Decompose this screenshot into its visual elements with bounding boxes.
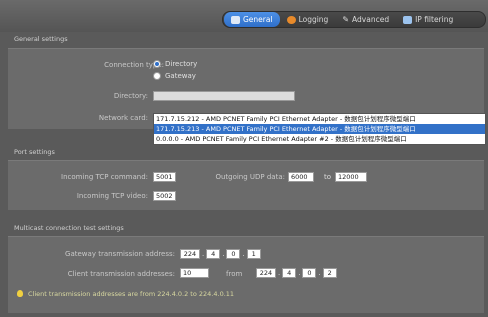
port-settings-title: Port settings <box>14 148 55 156</box>
directory-label: Directory: <box>113 92 148 100</box>
client-addresses-label: Client transmission addresses: <box>67 270 175 278</box>
tcp-video-field[interactable]: 5002 <box>153 191 176 201</box>
gateway-address-label: Gateway transmission address: <box>65 250 175 258</box>
client-address-note: Client transmission addresses are from 2… <box>28 290 235 298</box>
gateway-ip-octet-1[interactable]: 224 <box>180 249 200 259</box>
udp-to-label: to <box>324 173 332 181</box>
tab-general-label: General <box>243 15 273 24</box>
network-card-option-2[interactable]: 0.0.0.0 - AMD PCNET Family PCI Ethernet … <box>154 134 485 144</box>
radio-gateway-label: Gateway <box>165 72 196 80</box>
client-ip-octet-1[interactable]: 224 <box>256 268 276 278</box>
ip-separator: . <box>222 250 225 258</box>
logging-icon <box>286 15 296 24</box>
tab-advanced-label: Advanced <box>352 15 390 24</box>
client-ip-octet-3[interactable]: 0 <box>302 268 317 278</box>
gateway-ip-octet-4[interactable]: 1 <box>246 249 261 259</box>
radio-gateway-dot[interactable] <box>153 72 161 80</box>
ip-filtering-icon <box>403 15 413 24</box>
port-settings-panel <box>8 160 484 210</box>
radio-directory-dot[interactable] <box>153 60 161 68</box>
ip-separator: . <box>242 250 245 258</box>
tab-bar: General Logging ✎ Advanced IP filtering <box>222 11 486 28</box>
ip-separator: . <box>202 250 205 258</box>
gateway-ip-field[interactable]: 224 . 4 . 0 . 1 <box>180 249 261 259</box>
ip-separator: . <box>298 269 301 277</box>
network-card-label: Network card: <box>98 114 148 122</box>
ip-separator: . <box>318 269 321 277</box>
general-icon <box>231 15 240 24</box>
tab-advanced[interactable]: ✎ Advanced <box>335 12 396 27</box>
tab-logging[interactable]: Logging <box>280 12 336 27</box>
tab-ip-filtering[interactable]: IP filtering <box>396 12 460 27</box>
ip-separator: . <box>278 269 281 277</box>
top-bar: General Logging ✎ Advanced IP filtering <box>0 0 488 32</box>
tcp-command-label: Incoming TCP command: <box>61 173 148 181</box>
client-count-field[interactable]: 10 <box>180 268 209 278</box>
udp-to-field[interactable]: 12000 <box>335 172 367 182</box>
tab-logging-label: Logging <box>298 15 329 24</box>
udp-data-label: Outgoing UDP data: <box>215 173 285 181</box>
client-ip-field[interactable]: 224 . 4 . 0 . 2 <box>256 268 337 278</box>
directory-field[interactable] <box>153 91 295 101</box>
lightbulb-icon <box>17 290 23 297</box>
tab-general[interactable]: General <box>224 12 280 27</box>
client-from-label: from <box>226 270 243 278</box>
network-card-dropdown[interactable]: 171.7.15.212 - AMD PCNET Family PCI Ethe… <box>153 113 486 145</box>
general-settings-title: General settings <box>14 35 68 43</box>
tcp-command-field[interactable]: 5001 <box>153 172 176 182</box>
radio-gateway[interactable]: Gateway <box>153 72 196 80</box>
client-ip-octet-2[interactable]: 4 <box>282 268 297 278</box>
advanced-icon: ✎ <box>342 15 350 24</box>
radio-directory-label: Directory <box>165 60 198 68</box>
network-card-option-1[interactable]: 171.7.15.213 - AMD PCNET Family PCI Ethe… <box>154 124 485 134</box>
multicast-settings-title: Multicast connection test settings <box>14 224 124 232</box>
network-card-current[interactable]: 171.7.15.212 - AMD PCNET Family PCI Ethe… <box>154 114 485 124</box>
tab-ip-filtering-label: IP filtering <box>415 15 454 24</box>
gateway-ip-octet-3[interactable]: 0 <box>226 249 241 259</box>
client-ip-octet-4[interactable]: 2 <box>322 268 337 278</box>
tcp-video-label: Incoming TCP video: <box>76 192 148 200</box>
udp-from-field[interactable]: 6000 <box>288 172 314 182</box>
gateway-ip-octet-2[interactable]: 4 <box>206 249 221 259</box>
radio-directory[interactable]: Directory <box>153 60 197 68</box>
